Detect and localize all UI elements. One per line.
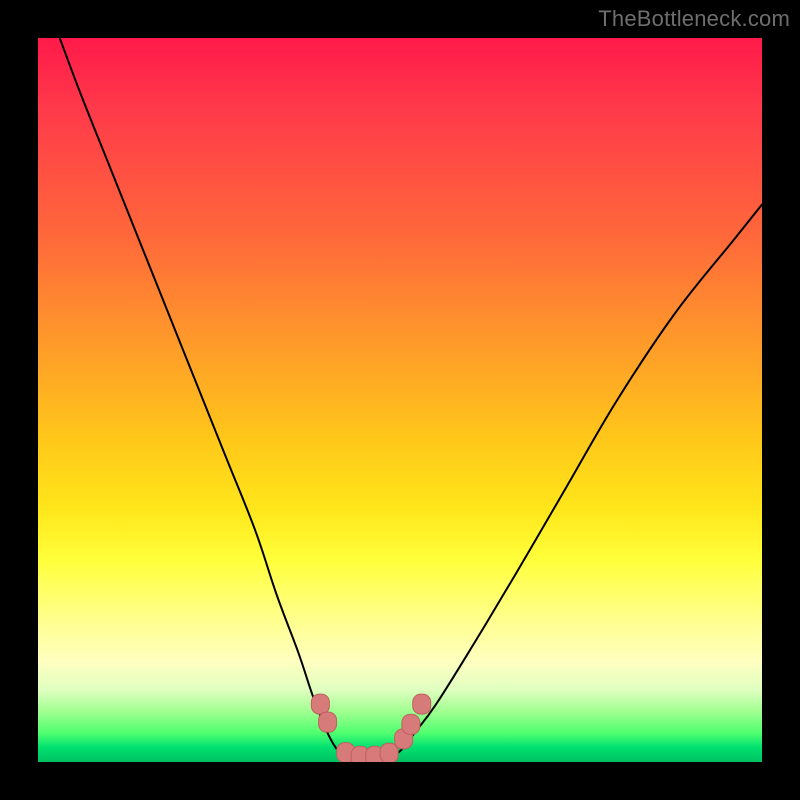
watermark-text: TheBottleneck.com <box>598 6 790 32</box>
curve-left-curve <box>60 38 350 758</box>
marker-left-marker-upper <box>311 694 329 714</box>
curve-right-curve <box>386 205 762 759</box>
chart-frame: TheBottleneck.com <box>0 0 800 800</box>
chart-svg <box>38 38 762 762</box>
marker-left-marker-lower <box>319 712 337 732</box>
marker-floor-marker-4 <box>380 743 398 762</box>
plot-area <box>38 38 762 762</box>
marker-right-marker-upper <box>413 694 431 714</box>
marker-right-marker-mid <box>402 714 420 734</box>
